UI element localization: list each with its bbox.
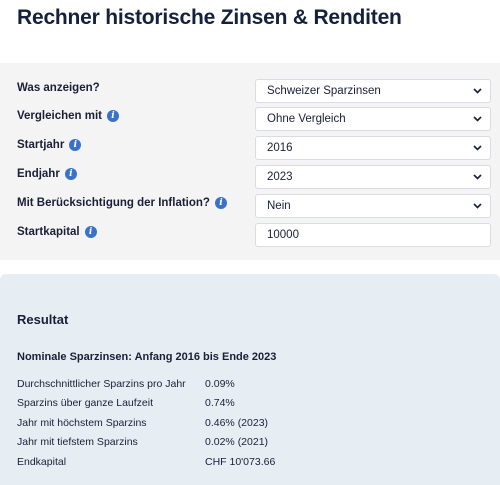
chevron-down-icon [468, 108, 486, 130]
form-row-compare: Vergleichen mit i Ohne Vergleich [0, 107, 500, 131]
result-row-label: Jahr mit höchstem Sparzins [17, 417, 147, 429]
compare-label: Vergleichen mit i [17, 110, 120, 122]
end-year-label: Endjahr i [17, 168, 77, 180]
info-icon[interactable]: i [69, 139, 82, 151]
calculator-form: Was anzeigen? Schweizer Sparzinsen Vergl… [0, 63, 500, 260]
start-year-label: Startjahr i [17, 139, 82, 151]
end-year-label-text: Endjahr [17, 168, 60, 180]
result-row-value: 0.02% (2021) [205, 436, 269, 448]
start-year-select[interactable]: 2016 [255, 136, 491, 160]
page-title: Rechner historische Zinsen & Renditen [17, 6, 402, 29]
start-capital-input[interactable]: 10000 [255, 223, 491, 247]
result-row-value: 0.46% (2023) [205, 417, 269, 429]
form-row-start-capital: Startkapital i 10000 [0, 223, 500, 247]
show-select[interactable]: Schweizer Sparzinsen [255, 79, 491, 103]
show-select-value: Schweizer Sparzinsen [267, 85, 381, 97]
result-row: Jahr mit tiefstem Sparzins 0.02% (2021) [17, 436, 487, 452]
end-year-select-value: 2023 [267, 171, 293, 183]
result-row-value: 0.74% [205, 397, 235, 409]
form-row-end-year: Endjahr i 2023 [0, 165, 500, 189]
inflation-label: Mit Berücksichtigung der Inflation? i [17, 197, 227, 209]
info-icon[interactable]: i [84, 226, 97, 238]
show-label-text: Was anzeigen? [17, 82, 100, 94]
result-row-label: Sparzins über ganze Laufzeit [17, 397, 154, 409]
show-label: Was anzeigen? [17, 82, 100, 94]
inflation-select[interactable]: Nein [255, 194, 491, 218]
form-row-start-year: Startjahr i 2016 [0, 136, 500, 160]
start-capital-label-text: Startkapital [17, 226, 80, 238]
form-row-inflation: Mit Berücksichtigung der Inflation? i Nei… [0, 194, 500, 218]
form-row-show: Was anzeigen? Schweizer Sparzinsen [0, 79, 500, 103]
chevron-down-icon [468, 195, 486, 217]
result-row-label: Durchschnittlicher Sparzins pro Jahr [17, 378, 186, 390]
result-row-value: 0.09% [205, 378, 235, 390]
info-icon[interactable]: i [214, 197, 227, 209]
result-panel: Resultat Nominale Sparzinsen: Anfang 201… [0, 274, 500, 485]
result-row: Sparzins über ganze Laufzeit 0.74% [17, 397, 487, 413]
result-row: Jahr mit höchstem Sparzins 0.46% (2023) [17, 417, 487, 433]
result-row-label: Jahr mit tiefstem Sparzins [17, 436, 138, 448]
result-subtitle: Nominale Sparzinsen: Anfang 2016 bis End… [17, 351, 277, 363]
start-capital-label: Startkapital i [17, 226, 97, 238]
compare-label-text: Vergleichen mit [17, 110, 103, 122]
inflation-select-value: Nein [267, 200, 291, 212]
chevron-down-icon [468, 137, 486, 159]
compare-select[interactable]: Ohne Vergleich [255, 107, 491, 131]
result-row: Durchschnittlicher Sparzins pro Jahr 0.0… [17, 378, 487, 394]
inflation-label-text: Mit Berücksichtigung der Inflation? [17, 197, 210, 209]
start-year-label-text: Startjahr [17, 139, 65, 151]
result-row: Endkapital CHF 10'073.66 [17, 456, 487, 472]
result-title: Resultat [17, 312, 69, 327]
start-capital-input-value: 10000 [267, 229, 299, 241]
chevron-down-icon [468, 80, 486, 102]
compare-select-value: Ohne Vergleich [267, 113, 346, 125]
info-icon[interactable]: i [64, 168, 77, 180]
start-year-select-value: 2016 [267, 142, 293, 154]
info-icon[interactable]: i [107, 110, 120, 122]
result-row-value: CHF 10'073.66 [205, 456, 276, 468]
end-year-select[interactable]: 2023 [255, 165, 491, 189]
result-row-label: Endkapital [17, 456, 67, 468]
chevron-down-icon [468, 166, 486, 188]
